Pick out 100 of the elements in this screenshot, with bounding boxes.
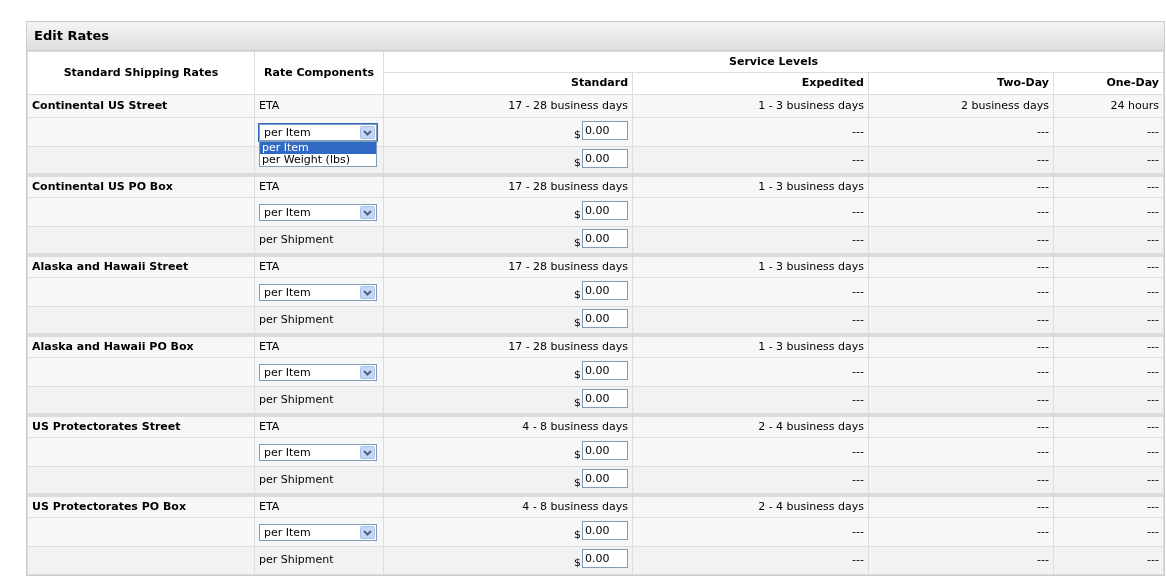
column-header: Standard [570,76,628,90]
dropdown-option[interactable]: per Item [260,141,376,154]
cell-text: --- [1147,259,1159,273]
caret-icon [360,365,375,379]
rate-dropdown[interactable]: per Item [259,523,377,541]
cell-text: --- [852,204,864,218]
cell-text: --- [1147,553,1159,567]
cell-text: --- [852,232,864,246]
column-header: Expedited [801,76,864,90]
caret-icon [360,205,375,219]
cell-text: --- [1147,312,1159,326]
cell-text: --- [1147,204,1159,218]
cell-text: --- [1037,444,1049,458]
cell-text: --- [1037,553,1049,567]
cell-text: 1 - 3 business days [758,98,864,112]
cell-text: --- [1147,179,1159,193]
cell-text: --- [1147,524,1159,538]
cell-text: --- [1147,444,1159,458]
column-header: Rate Components [264,65,374,79]
price-input[interactable]: 0.00 [582,388,628,408]
panel-title: Edit Rates [34,27,109,46]
cell-text: 17 - 28 business days [508,98,628,112]
cell-text: --- [1037,472,1049,486]
rate-component-label: per Shipment [259,472,334,486]
cell-text: --- [852,152,864,166]
price-input[interactable]: 0.00 [582,440,628,460]
cell-text: --- [1037,524,1049,538]
cell-text: --- [1037,124,1049,138]
cell-text: --- [1037,339,1049,353]
price-input[interactable]: 0.00 [582,120,628,140]
currency-symbol: $ [574,208,581,220]
cell-text: 17 - 28 business days [508,179,628,193]
cell-text: --- [1037,179,1049,193]
cell-text: --- [1147,152,1159,166]
price-input[interactable]: 0.00 [582,360,628,380]
cell-text: --- [852,444,864,458]
currency-symbol: $ [574,557,581,569]
currency-symbol: $ [574,448,581,460]
cell-text: 1 - 3 business days [758,259,864,273]
cell-text: --- [1147,232,1159,246]
cell-text: --- [1037,232,1049,246]
price-input[interactable]: 0.00 [582,148,628,168]
cell-text: --- [1147,339,1159,353]
caret-icon [360,285,375,299]
rate-component-label: per Shipment [259,553,334,567]
cell-text: --- [1037,152,1049,166]
cell-text: --- [1147,472,1159,486]
rate-component-label: per Shipment [259,312,334,326]
rate-component-label: per Shipment [259,232,334,246]
cell-text: --- [852,524,864,538]
price-input[interactable]: 0.00 [582,468,628,488]
price-input[interactable]: 0.00 [582,520,628,540]
cell-text: 24 hours [1110,98,1159,112]
cell-text: --- [1147,364,1159,378]
cell-text: --- [1147,124,1159,138]
rate-dropdown[interactable]: per Item [259,363,377,381]
cell-text: 17 - 28 business days [508,339,628,353]
price-input[interactable]: 0.00 [582,549,628,569]
cell-text: --- [1037,312,1049,326]
cell-text: --- [1147,392,1159,406]
shipping-rate-name: Continental US Street [32,98,168,112]
currency-symbol: $ [574,236,581,248]
currency-symbol: $ [574,368,581,380]
price-input[interactable]: 0.00 [582,308,628,328]
rate-component-label: ETA [259,259,280,273]
group-header: Service Levels [729,54,818,68]
price-input[interactable]: 0.00 [582,280,628,300]
cell-text: 2 - 4 business days [758,419,864,433]
shipping-rate-name: US Protectorates PO Box [32,499,186,513]
column-header: Standard Shipping Rates [63,65,219,79]
cell-text: --- [1037,204,1049,218]
cell-text: --- [852,284,864,298]
rate-component-label: ETA [259,419,280,433]
currency-symbol: $ [574,476,581,488]
rate-dropdown[interactable]: per Item [259,443,377,461]
cell-text: 4 - 8 business days [522,419,628,433]
rate-dropdown[interactable]: per Item [259,203,377,221]
cell-text: --- [1147,499,1159,513]
price-input[interactable]: 0.00 [582,200,628,220]
rate-component-label: ETA [259,98,280,112]
cell-text: --- [1037,284,1049,298]
price-input[interactable]: 0.00 [582,228,628,248]
shipping-rate-name: Alaska and Hawaii Street [32,259,189,273]
shipping-rate-name: US Protectorates Street [32,419,181,433]
column-header: One-Day [1106,76,1159,90]
rate-component-label: per Shipment [259,392,334,406]
cell-text: 2 - 4 business days [758,499,864,513]
cell-text: --- [1147,419,1159,433]
cell-text: --- [852,364,864,378]
cell-text: --- [1037,499,1049,513]
shipping-rate-name: Alaska and Hawaii PO Box [32,339,194,353]
cell-text: 17 - 28 business days [508,259,628,273]
currency-symbol: $ [574,528,581,540]
cell-text: 4 - 8 business days [522,499,628,513]
rate-component-label: ETA [259,499,280,513]
currency-symbol: $ [574,128,581,140]
cell-text: --- [852,472,864,486]
rate-dropdown[interactable]: per Item [259,123,377,141]
rate-dropdown[interactable]: per Item [259,283,377,301]
cell-text: --- [852,392,864,406]
